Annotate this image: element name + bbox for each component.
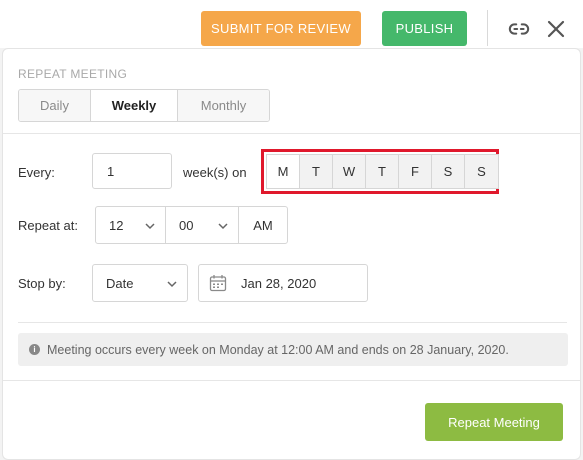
repeat-meeting-panel: REPEAT MEETING Daily Weekly Monthly Ever… [2, 48, 581, 460]
minute-select[interactable]: 00 [166, 206, 239, 244]
minute-value: 00 [179, 217, 194, 233]
unlink-icon[interactable] [506, 16, 532, 42]
weekday-highlight-frame: M T W T F S S [261, 149, 499, 194]
stop-by-label: Stop by: [18, 276, 66, 291]
calendar-icon [209, 274, 227, 292]
chevron-down-icon [145, 218, 155, 233]
day-toggle-wednesday[interactable]: W [333, 155, 366, 188]
day-toggle-saturday[interactable]: S [432, 155, 465, 188]
stop-by-value: Date [106, 275, 134, 291]
toolbar-divider [487, 10, 488, 46]
day-toggle-sunday[interactable]: S [465, 155, 498, 188]
ampm-toggle[interactable]: AM [238, 206, 288, 244]
divider [18, 322, 567, 323]
chevron-down-icon [167, 276, 177, 291]
tab-monthly[interactable]: Monthly [178, 90, 269, 121]
repeat-at-label: Repeat at: [18, 218, 78, 233]
info-icon: i [29, 344, 40, 355]
stop-by-select[interactable]: Date [92, 264, 188, 302]
tab-daily[interactable]: Daily [19, 90, 91, 121]
publish-button[interactable]: PUBLISH [382, 11, 467, 46]
divider [3, 380, 580, 381]
recurrence-summary-text: Meeting occurs every week on Monday at 1… [47, 342, 509, 357]
submit-for-review-button[interactable]: SUBMIT FOR REVIEW [201, 11, 361, 46]
close-icon[interactable] [543, 16, 569, 42]
day-toggle-tuesday[interactable]: T [300, 155, 333, 188]
divider [3, 133, 580, 134]
section-title: REPEAT MEETING [18, 67, 128, 81]
frequency-tabs: Daily Weekly Monthly [18, 89, 270, 122]
tab-weekly[interactable]: Weekly [91, 90, 178, 121]
day-toggle-monday[interactable]: M [267, 155, 300, 188]
top-toolbar: SUBMIT FOR REVIEW PUBLISH [0, 0, 583, 48]
weekday-selector: M T W T F S S [266, 154, 499, 189]
recurrence-summary: i Meeting occurs every week on Monday at… [18, 333, 568, 366]
hour-value: 12 [109, 217, 124, 233]
hour-select[interactable]: 12 [95, 206, 166, 244]
every-interval-input[interactable]: 1 [92, 153, 172, 189]
end-date-value: Jan 28, 2020 [241, 275, 317, 291]
chevron-down-icon [218, 218, 228, 233]
weeks-on-label: week(s) on [183, 165, 247, 180]
day-toggle-thursday[interactable]: T [366, 155, 399, 188]
day-toggle-friday[interactable]: F [399, 155, 432, 188]
every-label: Every: [18, 165, 55, 180]
end-date-input[interactable]: Jan 28, 2020 [198, 264, 368, 302]
repeat-meeting-button[interactable]: Repeat Meeting [425, 403, 563, 441]
